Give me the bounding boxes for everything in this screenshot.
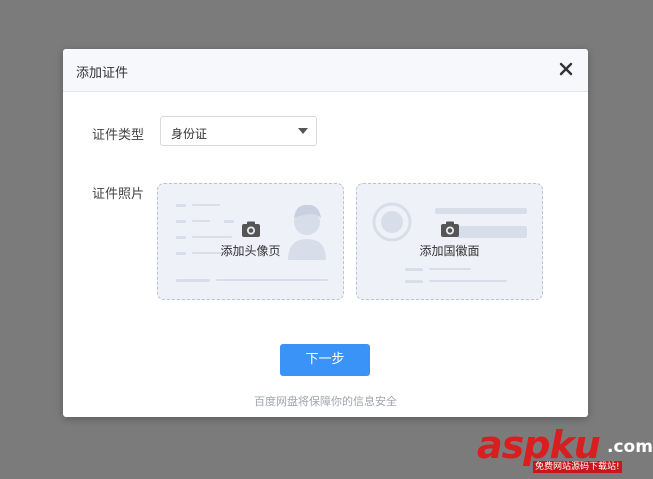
dialog-header: 添加证件 — [63, 49, 588, 92]
next-step-button[interactable]: 下一步 — [280, 344, 370, 376]
document-type-label: 证件类型 — [92, 128, 145, 143]
chevron-down-icon — [298, 128, 308, 134]
id-back-upload-card[interactable]: 添加国徽面 — [356, 183, 543, 300]
close-icon[interactable] — [558, 61, 574, 77]
document-photo-label: 证件照片 — [92, 187, 145, 202]
dialog-title: 添加证件 — [76, 66, 129, 81]
document-type-value: 身份证 — [171, 127, 208, 141]
watermark-suffix: .com — [607, 437, 653, 457]
camera-icon — [241, 221, 260, 237]
document-type-select[interactable]: 身份证 — [160, 116, 317, 146]
id-front-upload-card[interactable]: 添加头像页 — [157, 183, 344, 300]
id-back-label: 添加国徽面 — [419, 244, 480, 258]
site-watermark: aspku .com 免费网站源码下载站! — [477, 423, 653, 475]
watermark-logo: aspku — [477, 423, 601, 467]
add-document-dialog: 添加证件 证件类型 身份证 证件照片 添加头像页 添加国徽面 下一步 百度网盘将… — [63, 49, 588, 417]
camera-icon — [440, 221, 459, 237]
security-note: 百度网盘将保障你的信息安全 — [254, 395, 397, 408]
id-front-label: 添加头像页 — [220, 244, 281, 258]
watermark-tagline: 免费网站源码下载站! — [533, 461, 622, 473]
